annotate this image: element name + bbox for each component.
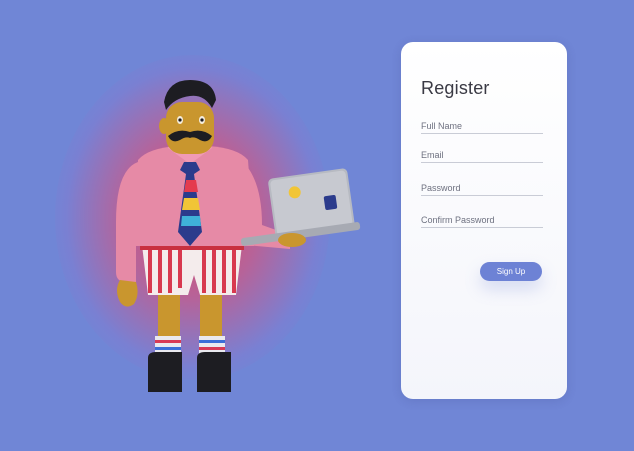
confirm-password-field <box>421 214 543 228</box>
character-illustration <box>116 80 361 392</box>
full-name-input[interactable] <box>421 120 543 133</box>
sign-up-button[interactable]: Sign Up <box>480 262 542 281</box>
email-field <box>421 149 543 163</box>
password-input[interactable] <box>421 182 543 195</box>
password-field <box>421 182 543 196</box>
full-name-field <box>421 120 543 134</box>
confirm-password-input[interactable] <box>421 214 543 227</box>
form-title: Register <box>421 78 490 98</box>
register-card: Register Sign Up <box>401 42 567 399</box>
email-input[interactable] <box>421 149 543 162</box>
